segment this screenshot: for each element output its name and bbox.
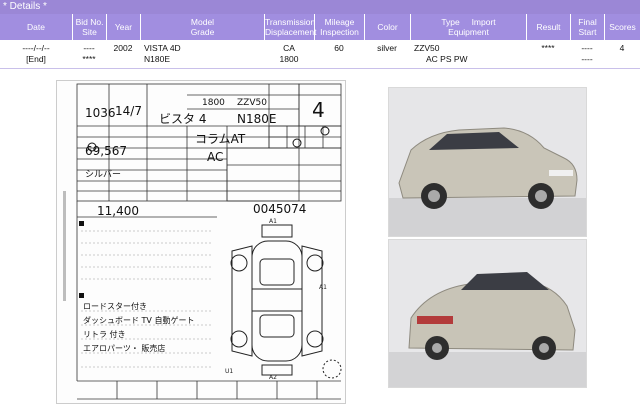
start-value: ---- (581, 54, 593, 64)
mark-u1: U1 (225, 368, 233, 375)
col-final: Final Start (570, 14, 604, 40)
inspection-marker-icon (79, 293, 84, 298)
auction-sheet-image[interactable]: 1036 14/7 ビスタ 4 N180E ZZV50 1800 4 69,56… (56, 80, 346, 404)
model-handwritten: ビスタ 4 (159, 112, 206, 126)
cell-bid: ---- **** (72, 40, 106, 68)
col-result: Result (526, 14, 570, 40)
col-model-label: Model (190, 17, 215, 27)
cell-mileage: 60 (314, 40, 364, 68)
cell-date: ----/--/-- [End] (0, 40, 72, 68)
final-value: ---- (581, 43, 593, 53)
details-title: * Details * (3, 1, 47, 12)
col-scores: Scores (604, 14, 640, 40)
car-front-illustration (389, 88, 586, 236)
col-bid-label: Bid No. (75, 17, 104, 27)
col-start-label: Start (578, 27, 597, 37)
equipment-value: AC PS PW (426, 54, 468, 64)
col-inspection-label: Inspection (320, 27, 359, 37)
col-displacement-label: Displacement (265, 27, 317, 37)
auction-sheet-drawing: 1036 14/7 ビスタ 4 N180E ZZV50 1800 4 69,56… (63, 83, 342, 400)
cell-result: **** (526, 40, 570, 68)
date-value: ----/--/-- (22, 43, 50, 53)
col-final-label: Final (578, 17, 597, 27)
col-mileage: Mileage Inspection (314, 14, 364, 40)
score-handwritten: 4 (312, 98, 325, 122)
col-equipment-label: Equipment (448, 27, 489, 37)
end-value: [End] (26, 54, 46, 64)
col-transmission-label: Transmission (265, 17, 316, 27)
col-date: Date (0, 14, 72, 40)
cell-final: ---- ---- (570, 40, 604, 68)
type-handwritten: ZZV50 (237, 98, 267, 108)
table-header: Date Bid No. Site Year Model Grade Transmi… (0, 14, 640, 40)
col-transmission: Transmission Displacement (264, 14, 317, 40)
col-type: Type Import Equipment (410, 14, 526, 40)
year-handwritten: 14/7 (115, 104, 142, 118)
mark-a1-top: A1 (269, 218, 277, 225)
col-grade-label: Grade (190, 27, 215, 37)
cell-model: VISTA 4D N180E (144, 40, 264, 68)
col-date-label: Date (27, 22, 45, 32)
inspection-note-4: エアロパーツ・ 販売店 (83, 343, 165, 353)
site-value: **** (82, 54, 96, 64)
color-value: silver (377, 43, 397, 53)
col-model: Model Grade (140, 14, 264, 40)
note-marker-icon (79, 221, 84, 226)
ac-handwritten: AC (207, 150, 223, 164)
cell-scores: 4 (604, 40, 640, 68)
inspection-note-3: リトラ 付き (83, 329, 126, 339)
col-scores-label: Scores (609, 22, 636, 32)
col-mileage-label: Mileage (324, 17, 355, 27)
cell-transmission: CA 1800 (264, 40, 314, 68)
chassis-handwritten: 0045074 (253, 202, 306, 216)
model-value: VISTA 4D (144, 43, 181, 53)
col-color-label: Color (377, 22, 398, 32)
lot-number: 1036 (85, 106, 116, 120)
grade-handwritten: N180E (237, 112, 276, 126)
car-rear-illustration (389, 240, 586, 387)
details-titlebar: * Details * (0, 0, 640, 14)
displacement-value: 1800 (279, 54, 299, 64)
type-value: ZZV50 (414, 43, 440, 53)
displacement-handwritten: 1800 (202, 98, 225, 108)
col-type-label: Type Import (441, 17, 496, 27)
transmission-value: CA (283, 43, 295, 53)
price-handwritten: 11,400 (97, 204, 139, 218)
year-value: 2002 (113, 43, 133, 53)
grade-value: N180E (144, 54, 170, 64)
sheet-side-text (63, 191, 66, 301)
col-year-label: Year (114, 22, 133, 32)
col-color: Color (364, 14, 410, 40)
cell-year: 2002 (106, 40, 140, 68)
color-handwritten: シルバー (85, 169, 121, 180)
col-result-label: Result (536, 22, 561, 32)
cell-color: silver (364, 40, 410, 68)
bid-no-value: ---- (83, 43, 95, 53)
mark-a2: A2 (269, 374, 277, 381)
cell-type: ZZV50 AC PS PW (414, 40, 526, 68)
col-year: Year (106, 14, 140, 40)
car-front-photo[interactable] (388, 87, 587, 237)
transmission-handwritten: コラムAT (195, 132, 246, 146)
mark-a1-right: A1 (319, 284, 327, 291)
car-diagram (230, 224, 342, 379)
car-rear-photo[interactable] (388, 239, 587, 388)
inspection-note-2: ダッシュボード TV 自動ゲート (83, 315, 194, 325)
col-site-label: Site (82, 27, 97, 37)
table-row: ----/--/-- [End] ---- **** 2002 VISTA 4D N1… (0, 40, 640, 69)
score-value: 4 (619, 43, 625, 53)
mileage-value: 60 (334, 43, 344, 53)
inspection-note-1: ロードスター付き (83, 301, 147, 311)
col-bid: Bid No. Site (72, 14, 106, 40)
result-value: **** (541, 43, 555, 53)
